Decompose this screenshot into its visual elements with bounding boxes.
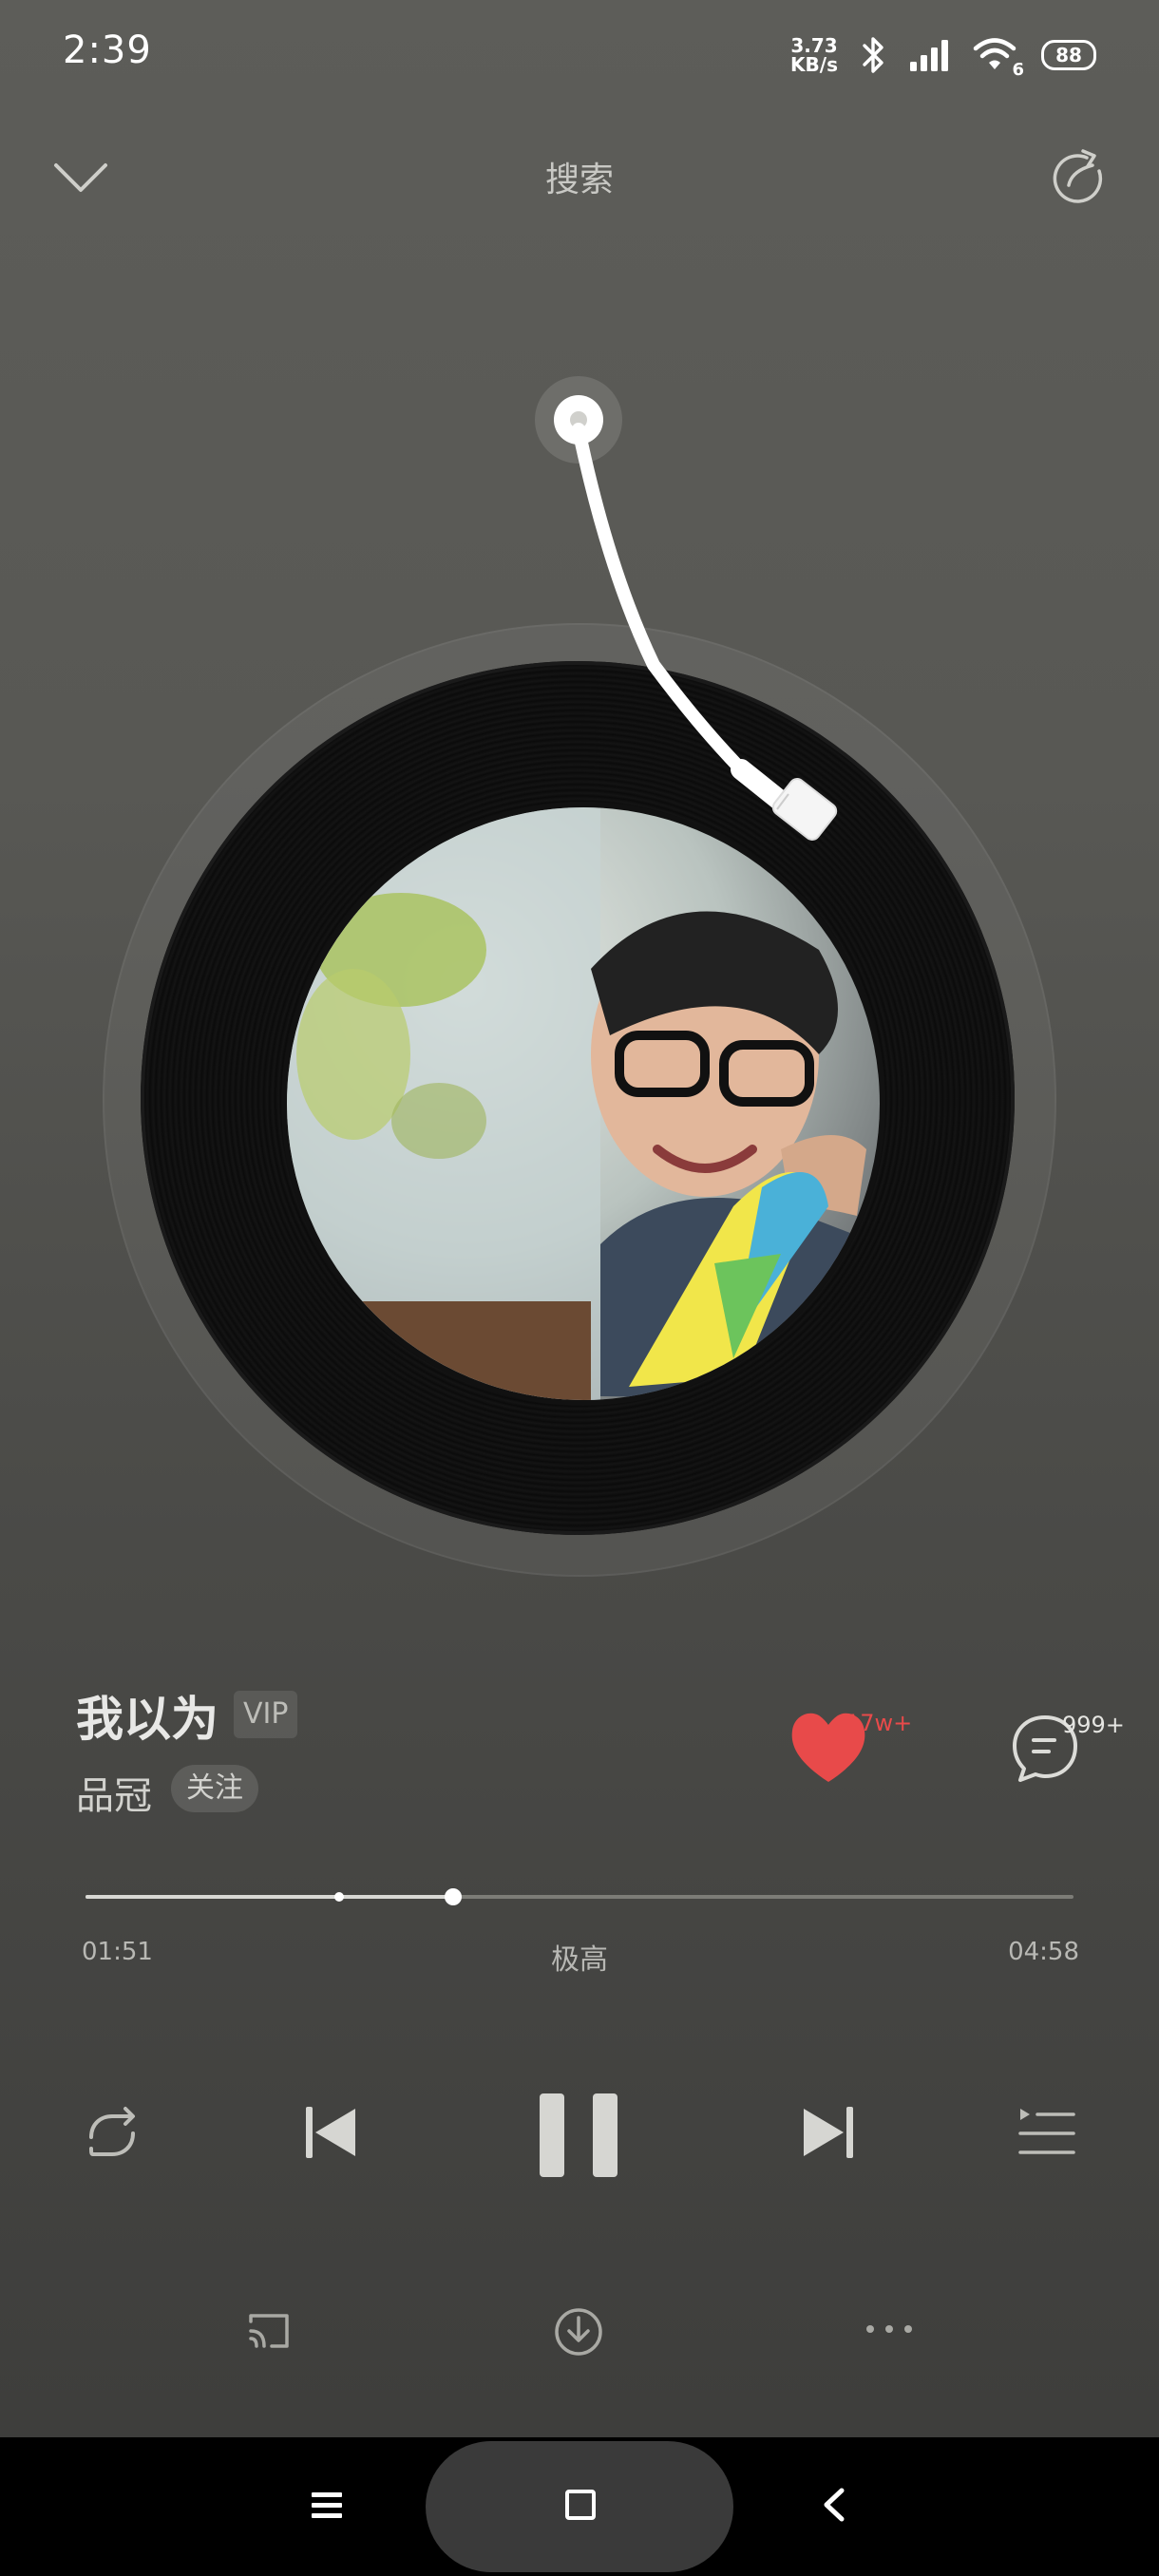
more-icon[interactable] <box>864 2321 914 2337</box>
repeat-icon[interactable] <box>80 2103 144 2168</box>
progress-thumb[interactable] <box>444 1888 462 1905</box>
skip-next-icon[interactable] <box>798 2103 857 2162</box>
player-screen: 2:39 3.73 KB/s 6 88 搜索 我以为 VIP 品冠 关注 17w… <box>0 0 1159 2576</box>
status-time: 2:39 <box>63 28 152 72</box>
follow-button[interactable]: 关注 <box>171 1765 258 1812</box>
signal-icon <box>910 40 948 71</box>
battery-indicator: 88 <box>1041 40 1096 70</box>
search-link[interactable]: 搜索 <box>0 152 1159 201</box>
like-count: 17w+ <box>846 1710 913 1736</box>
total-time: 04:58 <box>1008 1938 1079 1966</box>
album-art-image <box>287 807 880 1400</box>
skip-previous-icon[interactable] <box>302 2103 361 2162</box>
network-speed: 3.73 KB/s <box>790 34 838 76</box>
song-title: 我以为 <box>76 1692 218 1747</box>
pause-icon[interactable] <box>538 2090 619 2179</box>
bluetooth-icon <box>863 37 884 73</box>
artist-name[interactable]: 品冠 <box>76 1765 152 1820</box>
comment-count: 999+ <box>1062 1712 1125 1738</box>
vip-badge: VIP <box>234 1691 298 1738</box>
quality-selector[interactable]: 极高 <box>0 1936 1159 1978</box>
share-icon[interactable] <box>1045 144 1112 211</box>
album-cover <box>281 802 885 1406</box>
wifi-standard: 6 <box>1012 60 1024 80</box>
cast-icon[interactable] <box>245 2310 293 2352</box>
top-bar: 搜索 <box>0 133 1159 218</box>
status-icons: 3.73 KB/s 6 88 <box>790 28 1096 82</box>
download-icon[interactable] <box>553 2306 604 2358</box>
progress-bar[interactable] <box>86 1883 1074 1911</box>
menu-icon[interactable] <box>308 2487 346 2525</box>
home-square-icon[interactable] <box>562 2487 598 2523</box>
playlist-icon[interactable] <box>1016 2103 1077 2164</box>
buffer-marker <box>334 1892 345 1902</box>
wifi-icon: 6 <box>973 36 1024 80</box>
progress-played <box>86 1895 453 1899</box>
back-arrow-icon[interactable] <box>815 2485 853 2525</box>
